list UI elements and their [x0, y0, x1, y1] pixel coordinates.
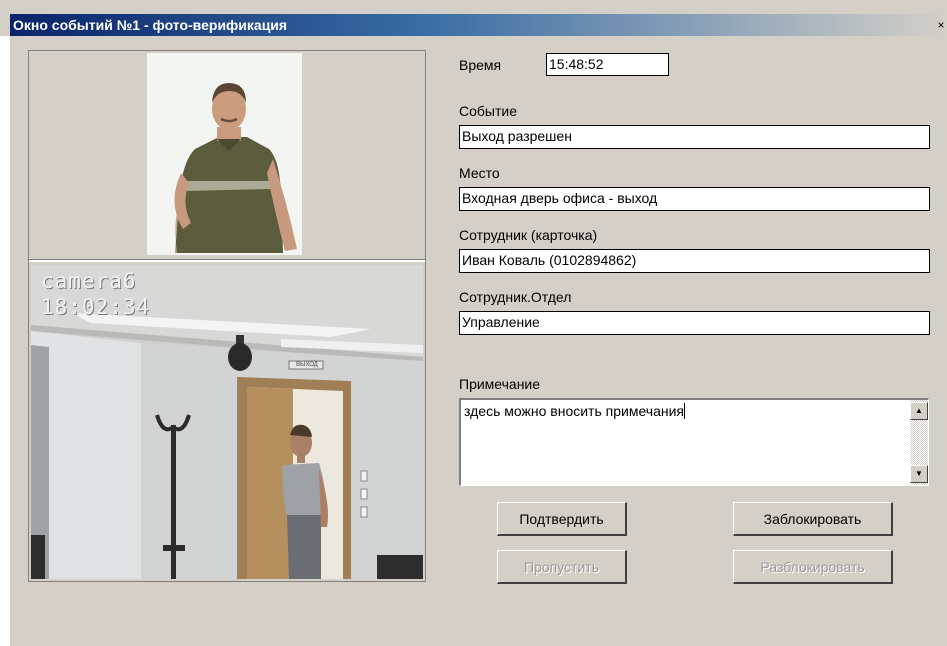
camera-time-overlay: 18:02:34: [41, 295, 151, 319]
time-label: Время: [459, 57, 502, 73]
note-textarea[interactable]: здесь можно вносить примечания ▲ ▼: [459, 398, 929, 486]
unblock-button[interactable]: Разблокировать: [733, 550, 893, 584]
block-button[interactable]: Заблокировать: [733, 502, 893, 536]
close-icon[interactable]: ×: [935, 18, 947, 32]
place-field[interactable]: Входная дверь офиса - выход: [459, 187, 930, 211]
window-title: Окно событий №1 - фото-верификация: [13, 17, 288, 33]
title-bar[interactable]: Окно событий №1 - фото-верификация ×: [10, 14, 947, 36]
employee-label: Сотрудник (карточка): [459, 227, 598, 243]
text-caret: [684, 403, 685, 419]
note-text: здесь можно вносить примечания: [464, 403, 685, 419]
event-field[interactable]: Выход разрешен: [459, 125, 930, 149]
exit-sign-label: ВЫХОД: [296, 362, 318, 368]
event-window: Окно событий №1 - фото-верификация × cam…: [0, 0, 947, 646]
employee-field[interactable]: Иван Коваль (0102894862): [459, 249, 930, 273]
employee-reference-photo: [147, 53, 302, 255]
note-scrollbar[interactable]: ▲ ▼: [910, 400, 928, 485]
panel-divider: [29, 259, 425, 262]
skip-button[interactable]: Пропустить: [497, 550, 627, 584]
department-label: Сотрудник.Отдел: [459, 289, 572, 305]
time-field[interactable]: 15:48:52: [546, 53, 669, 76]
photo-panel: camera6 18:02:34 ВЫХОД: [28, 50, 426, 582]
confirm-button[interactable]: Подтвердить: [497, 502, 627, 536]
scroll-up-arrow-icon[interactable]: ▲: [910, 402, 928, 420]
note-label: Примечание: [459, 376, 541, 392]
camera-live-view: camera6 18:02:34 ВЫХОД: [31, 265, 423, 579]
department-field[interactable]: Управление: [459, 311, 930, 335]
scroll-down-arrow-icon[interactable]: ▼: [910, 465, 928, 483]
camera-name-overlay: camera6: [41, 269, 137, 293]
place-label: Место: [459, 165, 500, 181]
event-label: Событие: [459, 103, 517, 119]
window-left-edge: [0, 36, 10, 646]
